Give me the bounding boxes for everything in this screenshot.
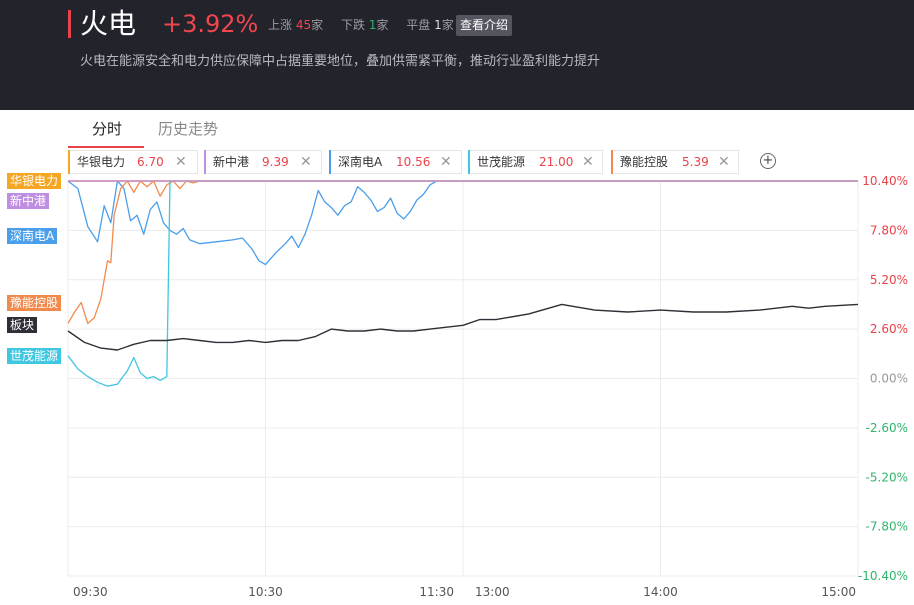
y-tick-label: -2.60% <box>866 421 908 435</box>
y-tick-label: 5.20% <box>870 273 908 287</box>
x-tick-label: 15:00 <box>821 585 856 599</box>
x-tick-label: 09:30 <box>73 585 108 599</box>
series-tag: 豫能控股 <box>7 295 62 311</box>
series-line <box>67 180 438 266</box>
series-tag: 世茂能源 <box>7 348 62 364</box>
series-tag: 新中港 <box>7 193 50 209</box>
x-tick-label: 11:30 <box>419 585 454 599</box>
y-tick-label: -7.80% <box>866 520 908 534</box>
y-tick-label: 2.60% <box>870 322 908 336</box>
x-tick-label: 10:30 <box>248 585 283 599</box>
y-tick-label: 10.40% <box>862 174 908 188</box>
x-tick-label: 14:00 <box>643 585 678 599</box>
y-tick-label: 0.00% <box>870 372 908 386</box>
series-tag: 深南电A <box>7 228 58 244</box>
x-tick-label: 13:00 <box>475 585 510 599</box>
intraday-chart: 10.40% 7.80% 5.20% 2.60% 0.00% -2.60% -5.20% -7… <box>67 174 908 599</box>
y-tick-label: -5.20% <box>866 470 908 484</box>
y-tick-label: 7.80% <box>870 223 908 237</box>
y-tick-label: -10.40% <box>858 569 908 583</box>
series-tag: 华银电力 <box>7 173 62 189</box>
series-tag: 板块 <box>7 317 38 333</box>
